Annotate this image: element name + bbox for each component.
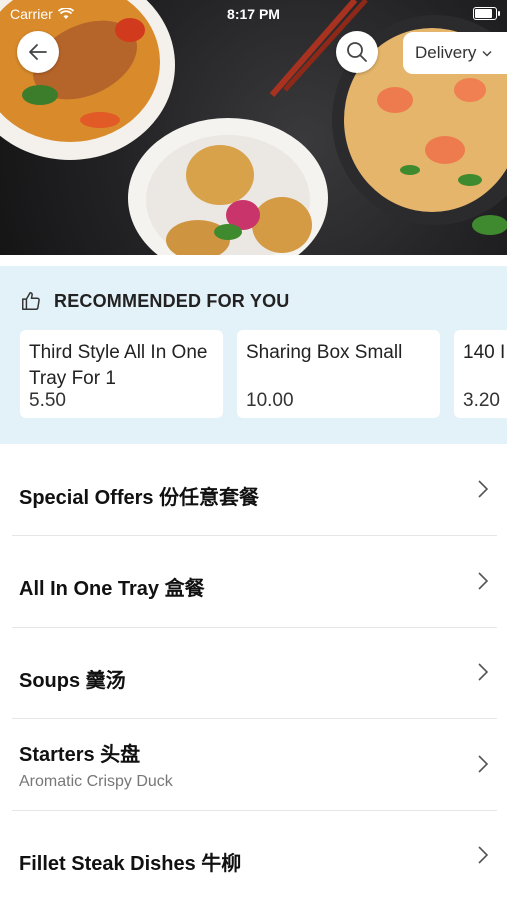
recommended-header: RECOMMENDED FOR YOU [20,290,289,312]
recommended-item-name: Third Style All In One Tray For 1 [29,342,208,389]
chevron-right-icon [478,572,489,590]
hero-banner: Carrier 8:17 PM Delivery [0,0,507,255]
category-title: All In One Tray 盒餐 [19,578,205,600]
battery-icon [473,7,500,20]
recommended-card[interactable]: Third Style All In One Tray For 1 5.50 [20,330,223,418]
recommended-carousel[interactable]: Third Style All In One Tray For 1 5.50 S… [20,330,507,420]
back-button[interactable] [17,31,59,73]
category-title: Special Offers 份任意套餐 [19,487,260,509]
search-button[interactable] [336,31,378,73]
recommended-card[interactable]: Sharing Box Small 10.00 [237,330,440,418]
chevron-right-icon [478,755,489,773]
status-time: 8:17 PM [227,6,280,22]
recommended-card[interactable]: 140 I 3.20 [454,330,507,418]
delivery-mode-label: Delivery [415,43,477,62]
recommended-item-price: 5.50 [29,390,66,411]
category-title: Soups 羹汤 [19,670,126,692]
chevron-right-icon [478,663,489,681]
category-row-all-in-one-tray[interactable]: All In One Tray 盒餐 [12,535,497,628]
thumbs-up-icon [22,292,40,310]
category-row-fillet-steak[interactable]: Fillet Steak Dishes 牛柳 [12,810,497,900]
recommended-section: RECOMMENDED FOR YOU Third Style All In O… [0,266,507,444]
arrow-left-icon [29,44,47,60]
chevron-down-icon [482,50,492,57]
recommended-item-price: 10.00 [246,390,294,411]
category-subtitle: Aromatic Crispy Duck [19,773,173,790]
recommended-item-price: 3.20 [463,390,500,411]
category-title: Fillet Steak Dishes 牛柳 [19,853,242,875]
recommended-item-name: Sharing Box Small [246,342,403,363]
search-icon [347,42,367,62]
recommended-item-name: 140 I [463,342,506,363]
category-row-soups[interactable]: Soups 羹汤 [12,627,497,719]
category-row-starters[interactable]: Starters 头盘 Aromatic Crispy Duck [12,718,497,811]
status-bar: Carrier 8:17 PM [0,0,507,28]
chevron-right-icon [478,846,489,864]
category-title: Starters 头盘 [19,744,141,766]
chevron-right-icon [478,480,489,498]
category-row-special-offers[interactable]: Special Offers 份任意套餐 [12,444,497,536]
recommended-title: RECOMMENDED FOR YOU [54,290,290,311]
delivery-mode-select[interactable]: Delivery [403,32,507,74]
